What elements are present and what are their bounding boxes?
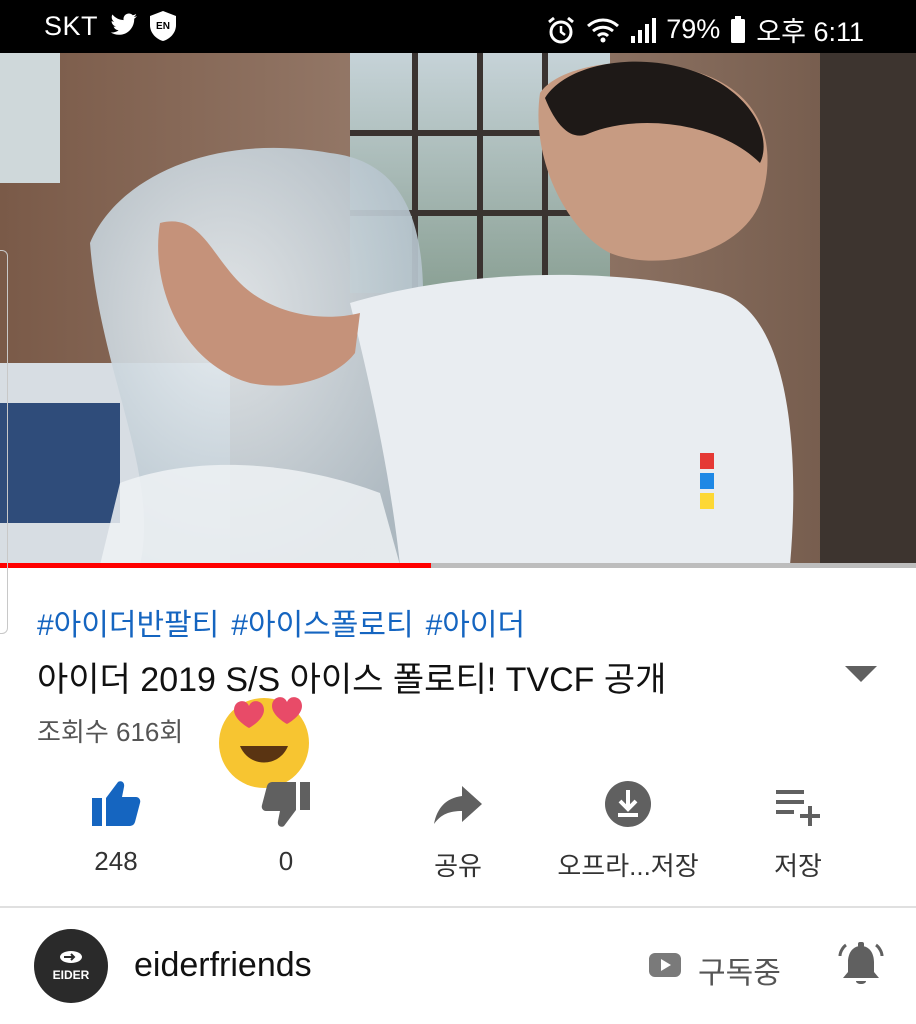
dislike-count: 0 — [278, 846, 294, 876]
divider — [0, 906, 916, 908]
playlist-add-icon — [776, 790, 820, 826]
offline-save-button[interactable]: 오프라...저장 — [543, 772, 713, 883]
dislike-button[interactable]: 0 — [201, 772, 371, 877]
hashtag-link[interactable]: #아이더반팔티 — [37, 600, 219, 644]
wifi-icon — [587, 18, 620, 42]
chevron-down-icon[interactable] — [843, 664, 879, 684]
signal-icon — [631, 17, 657, 43]
thumbs-down-icon — [261, 782, 310, 827]
save-button[interactable]: 저장 — [713, 772, 883, 883]
save-label: 저장 — [774, 851, 822, 881]
video-player[interactable] — [0, 53, 916, 565]
share-label: 공유 — [434, 851, 482, 881]
battery-percent: 79% — [666, 14, 721, 44]
hashtag-link[interactable]: #아이스폴로티 — [231, 600, 413, 644]
svg-text:EN: EN — [156, 21, 170, 32]
alarm-icon — [548, 16, 575, 43]
like-count: 248 — [94, 846, 138, 876]
avatar-text: EIDER — [53, 968, 90, 982]
view-count: 조회수 616회 — [37, 717, 184, 747]
clock: 오후 6:11 — [756, 17, 864, 47]
shield-en-icon: EN — [150, 11, 177, 41]
video-frame — [0, 53, 916, 565]
offline-save-label: 오프라...저장 — [557, 851, 699, 881]
share-icon — [434, 786, 482, 824]
progress-bar[interactable] — [0, 563, 916, 568]
twitter-icon — [110, 13, 138, 35]
channel-avatar[interactable]: EIDER — [34, 929, 108, 1003]
battery-icon — [731, 15, 746, 43]
like-button[interactable]: 248 — [31, 772, 201, 877]
video-title[interactable]: 아이더 2019 S/S 아이스 폴로티! TVCF 공개 — [37, 652, 666, 701]
carrier-label: SKT — [44, 10, 99, 41]
hashtag-list: #아이더반팔티 #아이스폴로티 #아이더 — [37, 600, 525, 644]
eider-logo-icon: EIDER — [53, 951, 90, 982]
action-bar: 248 0 공유 오프라...저장 저장 — [0, 772, 916, 882]
hashtag-link[interactable]: #아이더 — [426, 600, 526, 644]
status-bar: SKT EN 79% 오후 6:11 — [0, 0, 916, 53]
youtube-play-icon — [649, 953, 681, 977]
bell-icon[interactable] — [836, 940, 886, 990]
thumbs-up-icon — [92, 781, 141, 826]
channel-name[interactable]: eiderfriends — [134, 946, 312, 985]
subscribed-label[interactable]: 구독중 — [698, 948, 781, 992]
edge-panel-handle[interactable] — [0, 250, 8, 634]
progress-fill — [0, 563, 431, 568]
share-button[interactable]: 공유 — [373, 772, 543, 883]
download-icon — [605, 781, 651, 827]
